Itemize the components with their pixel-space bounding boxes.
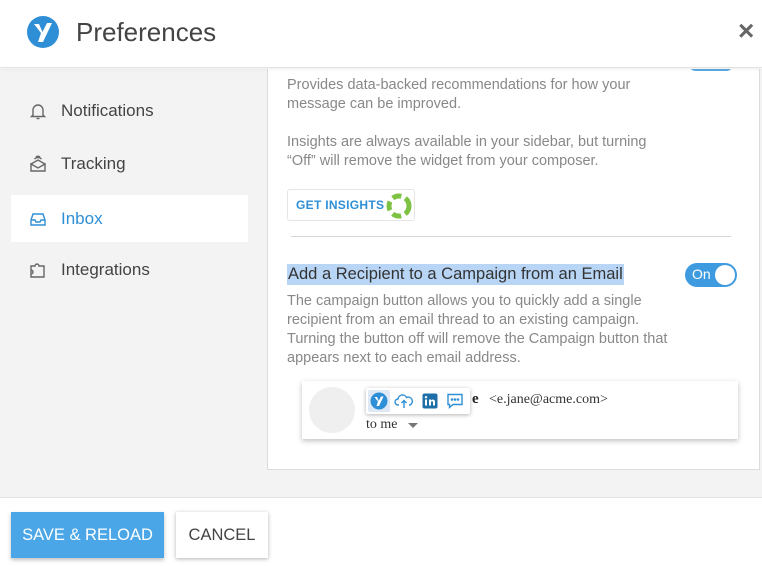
sidebar-item-label: Tracking [61, 153, 126, 173]
sidebar-item-label: Integrations [61, 259, 150, 279]
linkedin-icon[interactable] [419, 390, 441, 412]
campaign-description: Turning the button off will remove the C… [287, 331, 668, 347]
toggle-knob [715, 265, 735, 285]
sidebar-item-notifications[interactable]: Notifications [11, 87, 248, 134]
bell-icon [27, 100, 49, 122]
sender-email: <e.jane@acme.com> [489, 392, 608, 407]
dialog-footer: SAVE & RELOAD CANCEL [0, 497, 762, 566]
recipient-label: to me [366, 417, 398, 432]
get-insights-button[interactable]: GET INSIGHTS [287, 189, 415, 221]
campaign-icon-bar [366, 388, 470, 414]
insights-description: Provides data-backed recommendations for… [287, 77, 631, 93]
insights-note: “Off” will remove the widget from your c… [287, 153, 599, 169]
sidebar-item-label: Inbox [61, 208, 103, 228]
section-divider [291, 236, 731, 237]
yesware-campaign-icon[interactable] [368, 390, 390, 412]
sidebar-item-label: Notifications [61, 100, 154, 120]
email-preview: e <e.jane@acme.com> to me [302, 381, 738, 439]
campaign-toggle[interactable]: On [685, 263, 737, 287]
campaign-description: recipient from an email thread to an exi… [287, 312, 640, 328]
cloud-upload-icon[interactable] [394, 390, 416, 412]
save-reload-button[interactable]: SAVE & RELOAD [11, 512, 164, 558]
toggle-label: On [692, 266, 711, 282]
insights-note: Insights are always available in your si… [287, 134, 647, 150]
close-icon[interactable]: × [738, 16, 754, 46]
campaign-description: The campaign button allows you to quickl… [287, 293, 642, 309]
yesware-logo-icon [27, 16, 59, 48]
avatar [309, 387, 355, 433]
campaign-section-title: Add a Recipient to a Campaign from an Em… [287, 264, 624, 285]
insights-description: message can be improved. [287, 96, 462, 112]
insights-toggle[interactable] [690, 69, 732, 71]
tracking-icon [27, 153, 49, 175]
chat-icon[interactable] [445, 390, 467, 412]
get-insights-label: GET INSIGHTS [296, 198, 385, 212]
settings-panel: Provides data-backed recommendations for… [267, 69, 760, 470]
sidebar-item-tracking[interactable]: Tracking [11, 140, 248, 187]
cancel-button[interactable]: CANCEL [176, 512, 268, 558]
inbox-icon [27, 208, 49, 230]
recipient-dropdown[interactable]: to me [366, 417, 418, 433]
insights-ring-icon [386, 193, 412, 219]
dialog-header: Preferences × [0, 0, 762, 68]
puzzle-icon [27, 259, 49, 281]
chevron-down-icon [407, 422, 418, 428]
sidebar-item-integrations[interactable]: Integrations [11, 246, 248, 293]
campaign-description: appears next to each email address. [287, 350, 521, 366]
sender-name: e [472, 391, 479, 407]
sidebar-item-inbox[interactable]: Inbox [11, 195, 248, 242]
sidebar: Notifications Tracking Inbox Integration… [0, 69, 267, 497]
page-title: Preferences [76, 17, 217, 47]
